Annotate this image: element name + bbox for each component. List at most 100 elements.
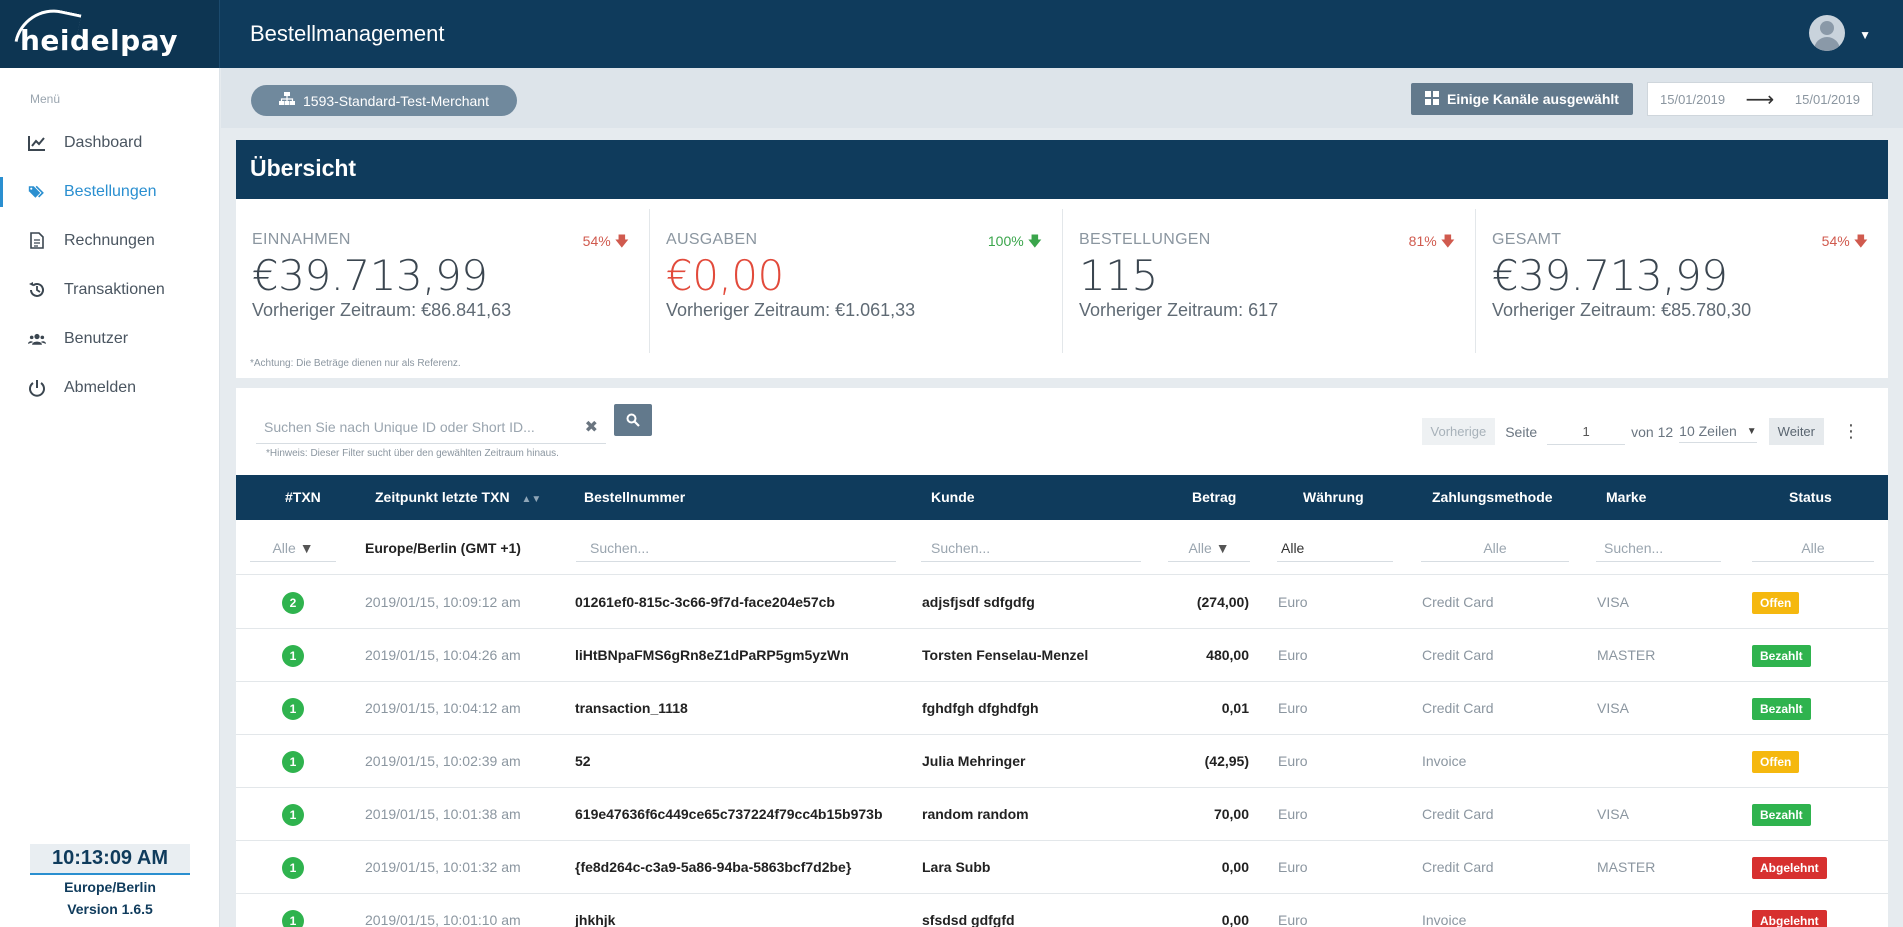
currency-filter-select[interactable]: Alle <box>1277 534 1393 562</box>
table-row[interactable]: 2 2019/01/15, 10:09:12 am 01261ef0-815c-3c… <box>236 576 1888 629</box>
cell-time: 2019/01/15, 10:01:32 am <box>365 859 521 875</box>
cell-order-number[interactable]: 01261ef0-815c-3c66-9f7d-face204e57cb <box>575 576 835 629</box>
cell-order-number[interactable]: 619e47636f6c449ce65c737224f79cc4b15b973b <box>575 788 883 841</box>
page-input[interactable] <box>1547 418 1626 445</box>
caret-down-icon: ▼ <box>1746 425 1757 437</box>
cell-order-number[interactable]: {fe8d264c-c3a9-5a86-94ba-5863bcf7d2be} <box>575 841 851 894</box>
column-header-method[interactable]: Zahlungsmethode <box>1432 475 1553 520</box>
cell-payment-method: Credit Card <box>1422 859 1494 875</box>
channel-selector-button[interactable]: Einige Kanäle ausgewählt <box>1411 83 1633 115</box>
table-row[interactable]: 1 2019/01/15, 10:01:32 am {fe8d264c-c3a9-5… <box>236 841 1888 894</box>
table-row[interactable]: 1 2019/01/15, 10:02:39 am 52 Julia Mehringe… <box>236 735 1888 788</box>
column-header-time[interactable]: Zeitpunkt letzte TXN ▲▼ <box>375 475 541 522</box>
kpi-change: 100% 🡇 <box>987 233 1042 249</box>
column-header-currency[interactable]: Währung <box>1303 475 1364 520</box>
cell-payment-method: Credit Card <box>1422 647 1494 663</box>
previous-page-button[interactable]: Vorherige <box>1421 418 1496 445</box>
cell-currency: Euro <box>1278 594 1308 610</box>
cell-payment-method: Credit Card <box>1422 700 1494 716</box>
cell-currency: Euro <box>1278 912 1308 927</box>
sidebar-item-abmelden[interactable]: Abmelden <box>0 363 219 412</box>
sidebar-item-label: Benutzer <box>64 329 129 347</box>
column-header-amount[interactable]: Betrag <box>1192 475 1236 520</box>
customer-filter-input[interactable]: Suchen... <box>921 534 1141 562</box>
table-row[interactable]: 1 2019/01/15, 10:04:12 am transaction_1118… <box>236 682 1888 735</box>
user-avatar[interactable] <box>1809 15 1845 51</box>
search-input[interactable] <box>256 412 556 442</box>
status-badge: Bezahlt <box>1752 645 1811 667</box>
next-page-button[interactable]: Weiter <box>1768 418 1824 445</box>
top-bar: heidelpay Bestellmanagement ▼ <box>0 0 1903 68</box>
table-row[interactable]: 1 2019/01/15, 10:04:26 am liHtBNpaFMS6gRn8… <box>236 629 1888 682</box>
status-filter-select[interactable]: Alle <box>1752 534 1874 562</box>
sidebar-item-label: Dashboard <box>64 133 143 151</box>
search-box: ✖ <box>256 412 606 444</box>
kpi-bestellungen: BESTELLUNGEN 81% 🡇 115 Vorheriger Zeitra… <box>1062 209 1475 353</box>
txn-count-badge: 2 <box>282 592 304 614</box>
cell-order-number[interactable]: jhkhjk <box>575 894 615 927</box>
chevron-down-icon[interactable]: ▼ <box>1859 28 1871 42</box>
arrow-down-icon: 🡇 <box>610 233 629 249</box>
close-icon[interactable]: ✖ <box>585 417 598 437</box>
brand-filter-input[interactable]: Suchen... <box>1596 534 1721 562</box>
search-button[interactable] <box>614 404 652 436</box>
kpi-previous: Vorheriger Zeitraum: €86.841,63 <box>252 300 512 320</box>
cell-customer: Lara Subb <box>922 859 991 875</box>
clock-widget: 10:13:09 AM Europe/Berlin Version 1.6.5 <box>30 844 190 917</box>
cell-payment-method: Credit Card <box>1422 806 1494 822</box>
cell-customer: Julia Mehringer <box>922 753 1026 769</box>
kpi-change: 54% 🡇 <box>582 233 629 249</box>
cell-order-number[interactable]: transaction_1118 <box>575 682 688 735</box>
kpi-value: €0,00 <box>666 251 784 300</box>
cell-time: 2019/01/15, 10:01:10 am <box>365 912 521 927</box>
kpi-row: EINNAHMEN 54% 🡇 €39.713,99 Vorheriger Ze… <box>236 199 1888 369</box>
date-range-picker[interactable]: 15/01/2019 ⟶ 15/01/2019 <box>1647 82 1873 116</box>
cell-order-number[interactable]: liHtBNpaFMS6gRn8eZ1dPaRP5gm5yzWn <box>575 629 849 682</box>
users-icon <box>28 330 46 348</box>
sidebar-item-benutzer[interactable]: Benutzer <box>0 314 219 363</box>
cell-order-number[interactable]: 52 <box>575 735 591 788</box>
table-row[interactable]: 1 2019/01/15, 10:01:10 am jhkhjk sfsdsd gdf… <box>236 894 1888 927</box>
sidebar-item-dashboard[interactable]: Dashboard <box>0 118 219 167</box>
sidebar-item-bestellungen[interactable]: Bestellungen <box>0 167 219 216</box>
kpi-previous: Vorheriger Zeitraum: €85.780,30 <box>1492 300 1752 320</box>
cell-customer: Torsten Fenselau-Menzel <box>922 647 1089 663</box>
amount-filter[interactable]: Alle ▼ <box>1168 534 1250 562</box>
document-icon <box>28 232 46 250</box>
cell-brand: MASTER <box>1597 859 1656 875</box>
arrow-down-icon: 🡇 <box>1023 233 1042 249</box>
column-header-status[interactable]: Status <box>1789 475 1832 520</box>
order-filter-input[interactable]: Suchen... <box>576 534 896 562</box>
table-row[interactable]: 1 2019/01/15, 10:01:38 am 619e47636f6c449c… <box>236 788 1888 841</box>
txn-filter[interactable]: Alle ▼ <box>250 534 336 562</box>
column-header-brand[interactable]: Marke <box>1606 475 1646 520</box>
date-from[interactable]: 15/01/2019 <box>1660 92 1725 107</box>
cell-time: 2019/01/15, 10:01:38 am <box>365 806 521 822</box>
cell-amount: 0,00 <box>1221 859 1249 875</box>
cell-brand: VISA <box>1597 700 1629 716</box>
column-header-customer[interactable]: Kunde <box>931 475 975 520</box>
arrow-down-icon: 🡇 <box>1849 233 1868 249</box>
merchant-selector[interactable]: 1593-Standard-Test-Merchant <box>251 85 517 116</box>
kpi-value: €39.713,99 <box>1492 251 1728 300</box>
cell-payment-method: Credit Card <box>1422 594 1494 610</box>
cell-brand: MASTER <box>1597 647 1656 663</box>
kpi-label: GESAMT <box>1492 231 1562 248</box>
cell-customer: sfsdsd gdfgfd <box>922 912 1015 927</box>
logo[interactable]: heidelpay <box>0 0 220 68</box>
column-header-order[interactable]: Bestellnummer <box>584 475 685 520</box>
method-filter-select[interactable]: Alle <box>1421 534 1569 562</box>
date-to[interactable]: 15/01/2019 <box>1795 92 1860 107</box>
sidebar-item-rechnungen[interactable]: Rechnungen <box>0 216 219 265</box>
more-options-icon[interactable]: ⋮ <box>1842 421 1860 442</box>
rows-per-page-select[interactable]: 10 Zeilen ▼ <box>1679 420 1757 443</box>
orders-table-card: ✖ *Hinweis: Dieser Filter sucht über den… <box>236 388 1888 927</box>
sort-icon: ▲▼ <box>521 494 542 505</box>
txn-count-badge: 1 <box>282 910 304 927</box>
sidebar-item-transaktionen[interactable]: Transaktionen <box>0 265 219 314</box>
kpi-value: €39.713,99 <box>252 251 488 300</box>
sidebar-item-label: Rechnungen <box>64 231 155 249</box>
cell-amount: 70,00 <box>1213 806 1249 822</box>
app-version: Version 1.6.5 <box>67 901 153 917</box>
column-header-txn[interactable]: #TXN <box>285 475 321 520</box>
